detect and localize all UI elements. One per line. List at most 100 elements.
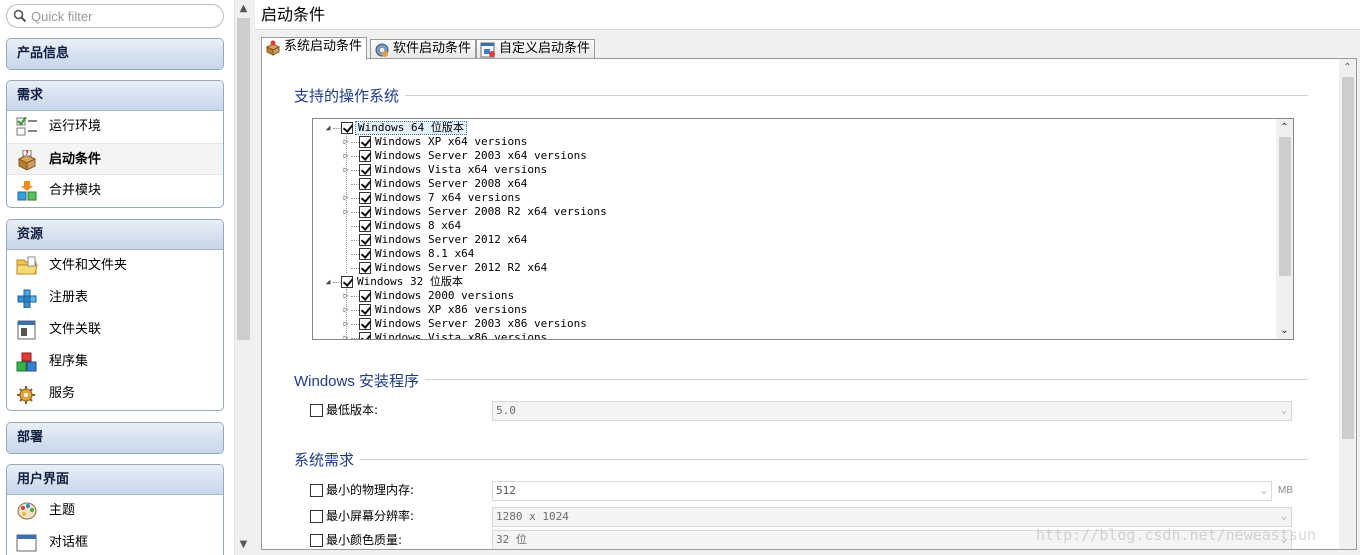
tree-node-label: Windows XP x86 versions — [375, 303, 528, 316]
tree-connector — [333, 282, 341, 283]
tree-checkbox[interactable] — [359, 136, 371, 148]
tree-connector — [351, 240, 359, 241]
tree-checkbox[interactable] — [359, 220, 371, 232]
min-version-value: 5.0 — [496, 404, 516, 417]
content-scrollbar[interactable]: ⌃ — [1339, 59, 1356, 549]
group-header-resources[interactable]: 资源 — [7, 220, 223, 250]
min-memory-select[interactable]: 512 ⌄ — [492, 481, 1272, 501]
scroll-up-icon[interactable]: ▲ — [235, 0, 252, 17]
section-title-supported-os: 支持的操作系统 — [294, 85, 406, 106]
sidebar-scrollbar[interactable]: ▲ ▼ — [234, 0, 251, 555]
tab-system-launch-conditions[interactable]: 系统启动条件 — [261, 37, 368, 60]
search-icon — [13, 9, 27, 23]
tree-node-label: Windows Vista x64 versions — [375, 163, 548, 176]
tab-custom-launch-conditions[interactable]: 自定义启动条件 — [476, 39, 596, 59]
registry-icon — [17, 289, 37, 308]
tree-checkbox[interactable] — [359, 248, 371, 260]
tree-checkbox[interactable] — [359, 262, 371, 274]
tab-label: 软件启动条件 — [393, 41, 472, 56]
palette-icon — [17, 502, 37, 520]
tree-checkbox[interactable] — [359, 290, 371, 302]
tree-connector — [351, 184, 359, 185]
min-color-depth-checkbox[interactable] — [310, 534, 323, 547]
assemblies-icon — [16, 352, 37, 372]
scroll-down-icon[interactable]: ⌄ — [1276, 322, 1293, 339]
sidebar-item-file-associations[interactable]: 文件关联 — [7, 314, 223, 346]
tree-checkbox[interactable] — [359, 150, 371, 162]
sidebar-item-label: 注册表 — [49, 290, 89, 305]
group-header-deployment[interactable]: 部署 — [7, 423, 223, 453]
tree-checkbox[interactable] — [359, 234, 371, 246]
page-title: 启动条件 — [255, 0, 1360, 30]
custom-launch-icon — [480, 42, 495, 58]
scroll-up-icon[interactable]: ⌃ — [1276, 119, 1293, 136]
tree-checkbox[interactable] — [359, 304, 371, 316]
tree-connector — [351, 310, 359, 311]
group-deployment: 部署 — [6, 422, 224, 454]
tree-checkbox[interactable] — [359, 178, 371, 190]
tree-checkbox[interactable] — [359, 192, 371, 204]
min-resolution-checkbox[interactable] — [310, 510, 323, 523]
scroll-up-icon[interactable]: ⌃ — [1339, 59, 1356, 76]
tree-connector — [351, 156, 359, 157]
os-tree-scroll-thumb[interactable] — [1279, 137, 1291, 276]
min-memory-label: 最小的物理内存: — [326, 483, 415, 497]
sidebar-scroll-thumb[interactable] — [237, 18, 250, 340]
min-resolution-value: 1280 x 1024 — [496, 510, 569, 523]
min-memory-value: 512 — [496, 484, 516, 497]
min-resolution-select[interactable]: 1280 x 1024 ⌄ — [492, 507, 1292, 527]
sidebar-item-merge-modules[interactable]: 合并模块 — [7, 175, 223, 207]
sidebar-item-files-folders[interactable]: 文件和文件夹 — [7, 250, 223, 282]
tree-node-label: Windows Server 2003 x64 versions — [375, 149, 587, 162]
sidebar-item-assemblies[interactable]: 程序集 — [7, 346, 223, 378]
tree-guide-line — [346, 289, 347, 339]
section-title-windows-installer: Windows 安装程序 — [294, 370, 426, 391]
sidebar-item-label: 运行环境 — [49, 119, 102, 134]
group-header-user-interface[interactable]: 用户界面 — [7, 465, 223, 495]
tree-node-label: Windows Server 2012 x64 — [375, 233, 528, 246]
os-tree[interactable]: ◢ Windows 64 位版本 ▷ Windows XP x64 versions ▷… — [312, 118, 1294, 340]
tree-node-label: Windows Server 2008 x64 — [375, 177, 528, 190]
sidebar-item-services[interactable]: 服务 — [7, 378, 223, 410]
quick-filter-box[interactable] — [6, 4, 224, 28]
tab-software-launch-conditions[interactable]: 软件启动条件 — [370, 39, 477, 59]
dialog-icon — [16, 534, 37, 552]
min-memory-checkbox[interactable] — [310, 484, 323, 497]
sidebar-item-dialogs[interactable]: 对话框 — [7, 527, 223, 555]
tree-connector — [333, 128, 341, 129]
os-tree-scrollbar[interactable]: ⌃ ⌄ — [1276, 119, 1293, 339]
group-user-interface: 用户界面 主题 对话框 — [6, 464, 224, 555]
tree-connector — [351, 212, 359, 213]
quick-filter-input[interactable] — [31, 8, 217, 25]
expand-open-icon[interactable]: ◢ — [323, 275, 333, 289]
scroll-down-icon[interactable]: ▼ — [235, 536, 252, 553]
tree-checkbox[interactable] — [359, 318, 371, 330]
tree-node-label: Windows Server 2012 R2 x64 — [375, 261, 548, 274]
tree-connector — [351, 268, 359, 269]
tree-node-label: Windows 7 x64 versions — [375, 191, 521, 204]
tree-checkbox[interactable] — [359, 332, 371, 339]
sidebar-item-registry[interactable]: 注册表 — [7, 282, 223, 314]
group-header-product-info[interactable]: 产品信息 — [7, 39, 223, 69]
sidebar-item-label: 文件关联 — [49, 322, 102, 337]
min-color-depth-label: 最小颜色质量: — [326, 533, 403, 547]
sidebar-item-theme[interactable]: 主题 — [7, 495, 223, 527]
group-header-requirements[interactable]: 需求 — [7, 81, 223, 111]
tree-checkbox[interactable] — [359, 206, 371, 218]
sidebar-item-label: 服务 — [49, 386, 76, 401]
sidebar-item-launch-conditions[interactable]: ? 启动条件 — [7, 143, 223, 175]
sidebar-item-label: 程序集 — [49, 354, 89, 369]
tree-checkbox[interactable] — [341, 276, 353, 288]
tree-checkbox[interactable] — [359, 164, 371, 176]
group-requirements: 需求 运行环境 ? 启动条件 合并模块 — [6, 80, 224, 208]
merge-modules-icon — [17, 181, 37, 201]
tree-node-label: Windows 8.1 x64 — [375, 247, 475, 260]
min-version-select[interactable]: 5.0 ⌄ — [492, 401, 1292, 421]
sidebar-item-environment[interactable]: 运行环境 — [7, 111, 223, 143]
content-scroll-thumb[interactable] — [1342, 77, 1354, 439]
tree-guide-line — [346, 133, 347, 273]
tree-checkbox[interactable] — [341, 122, 353, 134]
min-version-checkbox[interactable] — [310, 404, 323, 417]
expand-open-icon[interactable]: ◢ — [323, 121, 333, 135]
tree-connector — [351, 324, 359, 325]
